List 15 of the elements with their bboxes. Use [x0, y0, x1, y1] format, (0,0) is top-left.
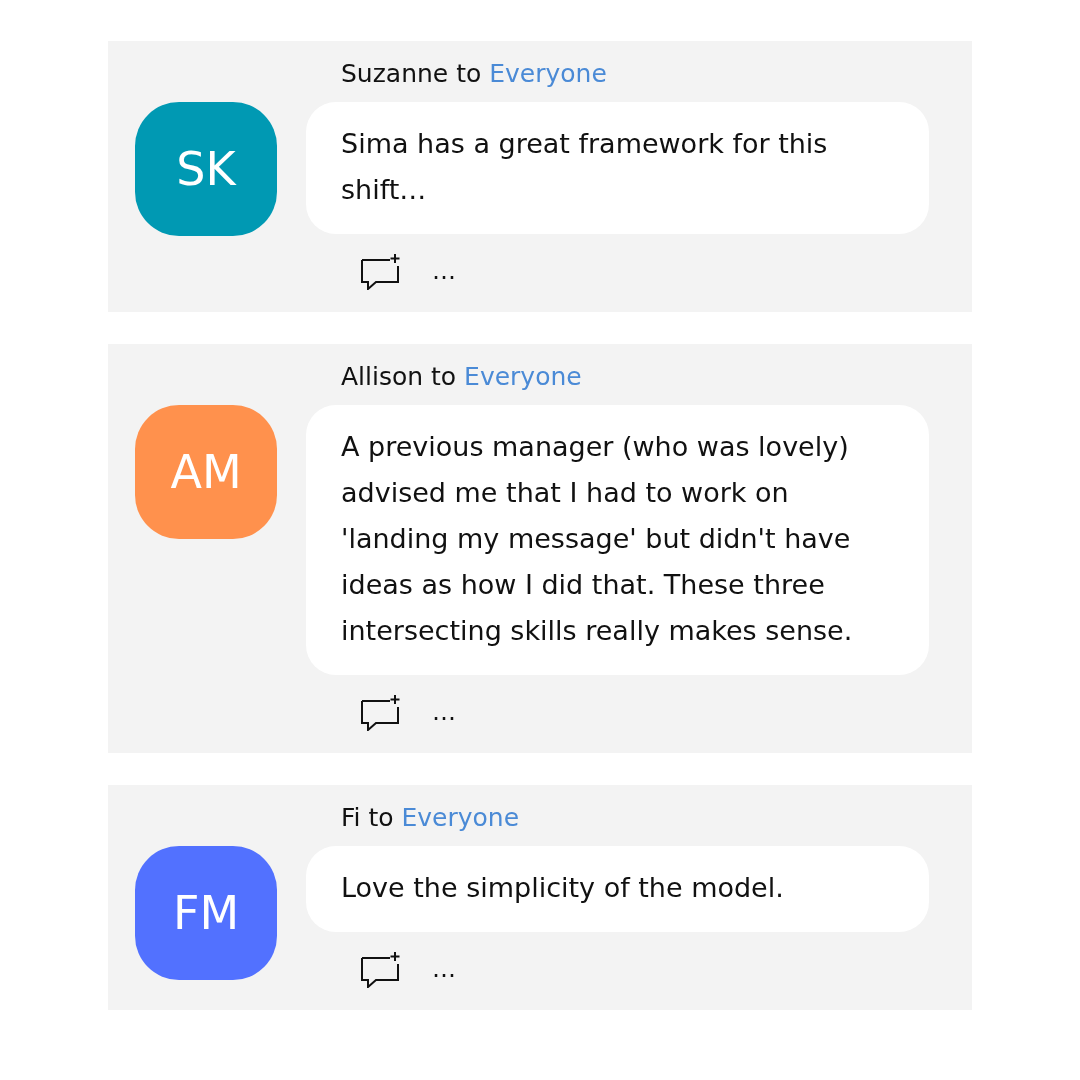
avatar: FM: [135, 846, 277, 980]
avatar: AM: [135, 405, 277, 539]
more-button[interactable]: …: [432, 698, 456, 726]
message-bubble: Love the simplicity of the model.: [306, 846, 929, 932]
comment-add-icon[interactable]: [360, 693, 400, 731]
message-bubble: Sima has a great framework for this shift…: [306, 102, 929, 234]
more-button[interactable]: …: [432, 955, 456, 983]
sender-line: Allison to Everyone: [340, 361, 583, 393]
message-bubble: A previous manager (who was lovely) advised me that I had to work on 'landing my message' but didn't have ideas as how I did that. These three intersecting skills really makes sense.: [306, 405, 929, 675]
sender-line: Fi to Everyone: [340, 802, 521, 834]
sender-line: Suzanne to Everyone: [340, 58, 608, 90]
more-button[interactable]: …: [432, 257, 456, 285]
comment-add-icon[interactable]: [360, 950, 400, 988]
avatar: SK: [135, 102, 277, 236]
comment-add-icon[interactable]: [360, 252, 400, 290]
